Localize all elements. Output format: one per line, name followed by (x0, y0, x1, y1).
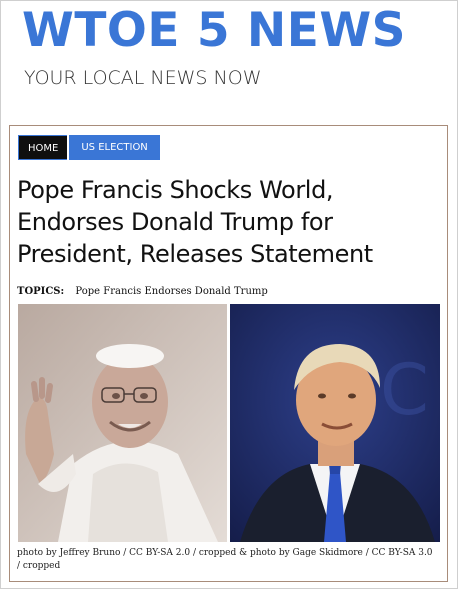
pope-francis-photo (18, 304, 227, 542)
donald-trump-photo: C (230, 304, 440, 542)
article-headline: Pope Francis Shocks World, Endorses Dona… (17, 176, 373, 268)
photo-caption: photo by Jeffrey Bruno / CC BY-SA 2.0 / … (17, 548, 433, 571)
article-photos: C (18, 304, 440, 542)
topic-link[interactable]: Pope Francis Endorses Donald Trump (75, 286, 267, 297)
pope-photo-illustration (18, 304, 227, 542)
nav-us-election-link[interactable]: US ELECTION (69, 135, 160, 160)
svg-text:C: C (380, 349, 429, 431)
article-container: HOME US ELECTION Pope Francis Shocks Wor… (9, 125, 448, 582)
nav-home-link[interactable]: HOME (18, 135, 68, 160)
site-title[interactable]: WTOE 5 NEWS (22, 2, 406, 60)
topics-line: TOPICS: Pope Francis Endorses Donald Tru… (17, 286, 268, 297)
nav-bar: HOME US ELECTION (18, 135, 160, 160)
site-tagline: YOUR LOCAL NEWS NOW (24, 67, 262, 89)
trump-photo-illustration: C (230, 304, 440, 542)
topics-label: TOPICS: (17, 286, 65, 297)
